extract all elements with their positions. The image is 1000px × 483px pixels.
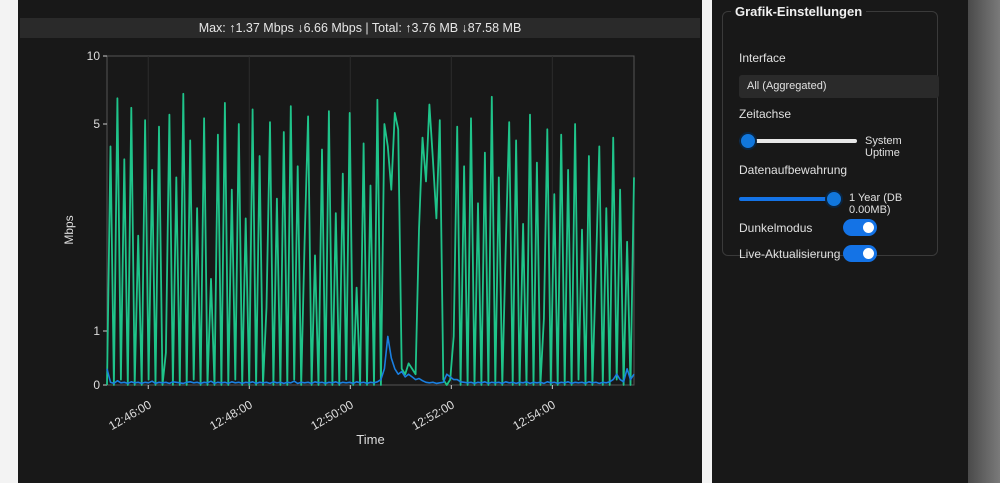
x-tick-label: 12:54:00	[510, 397, 558, 433]
chart-panel: Max: ↑1.37 Mbps ↓6.66 Mbps | Total: ↑3.7…	[18, 0, 724, 483]
settings-panel: Grafik-Einstellungen Interface All (Aggr…	[712, 0, 968, 483]
dark-mode-label: Dunkelmodus	[739, 221, 813, 235]
series-line-download	[106, 92, 635, 386]
x-axis-label: Time	[356, 432, 384, 447]
interface-select[interactable]: All (Aggregated)	[739, 75, 939, 98]
x-tick-label: 12:52:00	[409, 397, 457, 433]
timeaxis-label: Zeitachse	[739, 107, 792, 121]
traffic-chart: 12:46:00 12:48:00 12:50:00 12:52:00 12:54:00…	[62, 49, 635, 447]
timeaxis-value: System Uptime	[865, 135, 902, 159]
plot-frame	[106, 55, 635, 386]
y-tick-label: 10	[87, 49, 101, 63]
retention-value: 1 Year (DB 0.00MB)	[849, 192, 903, 216]
y-axis-label: Mbps	[62, 215, 76, 244]
slider-track	[739, 197, 835, 201]
interface-label: Interface	[739, 51, 786, 65]
x-tick-label: 12:48:00	[207, 397, 255, 433]
series-line-upload	[106, 335, 635, 385]
left-panel-edge	[0, 0, 18, 483]
slider-thumb[interactable]	[739, 132, 757, 150]
toggle-knob	[863, 248, 874, 259]
live-update-toggle[interactable]	[843, 245, 877, 262]
retention-slider[interactable]	[739, 189, 843, 209]
live-update-label: Live-Aktualisierung	[739, 247, 841, 261]
timeaxis-slider[interactable]	[739, 131, 859, 151]
toggle-knob	[863, 222, 874, 233]
panel-divider	[702, 0, 712, 483]
y-tick-label: 0	[93, 378, 100, 392]
y-tick-label: 1	[93, 324, 100, 338]
x-tick-label: 12:46:00	[106, 397, 154, 433]
traffic-stats-bar: Max: ↑1.37 Mbps ↓6.66 Mbps | Total: ↑3.7…	[20, 18, 700, 38]
settings-title: Grafik-Einstellungen	[735, 4, 863, 19]
window-edge	[968, 0, 1000, 483]
y-tick-label: 5	[93, 117, 100, 131]
dark-mode-toggle[interactable]	[843, 219, 877, 236]
graph-settings-group: Grafik-Einstellungen Interface All (Aggr…	[722, 4, 939, 262]
slider-thumb[interactable]	[825, 190, 843, 208]
retention-label: Datenaufbewahrung	[739, 163, 848, 177]
x-tick-label: 12:50:00	[308, 397, 356, 433]
